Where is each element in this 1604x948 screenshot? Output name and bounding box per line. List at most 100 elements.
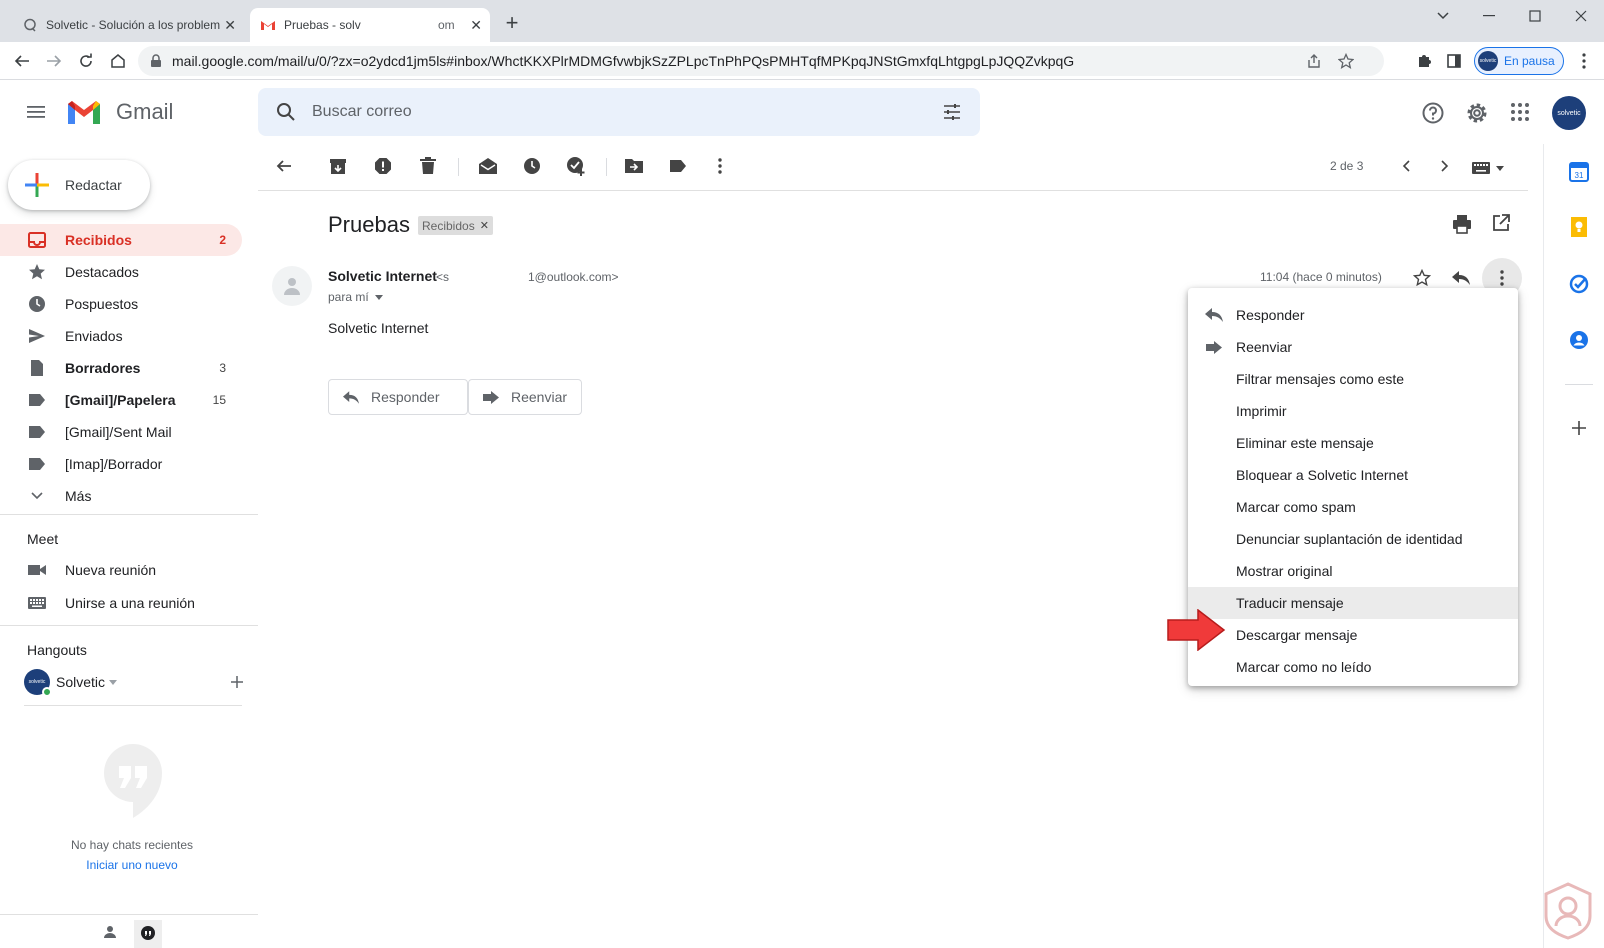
close-tab-icon[interactable]: ✕ (224, 17, 236, 34)
hangouts-tab-button[interactable] (134, 920, 162, 948)
extensions-button[interactable] (1412, 49, 1436, 73)
reload-button[interactable] (74, 49, 98, 73)
print-all-button[interactable] (1452, 214, 1476, 238)
add-to-tasks-button[interactable] (564, 154, 588, 178)
reply-footer-button[interactable]: Responder (328, 379, 468, 415)
recipient-text: para mí (328, 290, 369, 304)
share-icon[interactable] (1306, 53, 1322, 69)
recipient-line[interactable]: para mí (328, 290, 383, 304)
star-button[interactable] (1410, 266, 1434, 290)
menu-item-forward[interactable]: Reenviar (1188, 331, 1518, 363)
main-menu-button[interactable] (24, 100, 48, 124)
add-icon[interactable] (230, 675, 244, 689)
archive-button[interactable] (326, 154, 350, 178)
browser-menu-button[interactable] (1572, 49, 1596, 73)
meet-heading: Meet (27, 531, 59, 547)
apps-button[interactable] (1510, 102, 1532, 124)
move-to-button[interactable] (622, 154, 646, 178)
side-panel-button[interactable] (1442, 49, 1466, 73)
close-tab-icon[interactable]: ✕ (470, 17, 482, 34)
profile-button[interactable]: solvetic En pausa (1474, 47, 1564, 75)
bookmark-star-icon[interactable] (1338, 53, 1354, 69)
new-tab-button[interactable]: + (500, 12, 524, 36)
pager-text: 2 de 3 (1330, 159, 1364, 173)
sender-avatar[interactable] (272, 266, 312, 306)
close-window-button[interactable] (1558, 0, 1604, 32)
snooze-button[interactable] (520, 154, 544, 178)
settings-button[interactable] (1464, 100, 1490, 126)
contacts-tab-button[interactable] (100, 922, 120, 942)
browser-tab-solvetic[interactable]: Solvetic - Solución a los problem ✕ (12, 8, 244, 42)
meet-join-meeting[interactable]: Unirse a una reunión (0, 587, 242, 619)
sidebar-item-gmail-papelera[interactable]: [Gmail]/Papelera 15 (0, 384, 242, 416)
more-actions-button[interactable] (708, 154, 732, 178)
maximize-button[interactable] (1512, 0, 1558, 32)
search-bar[interactable] (258, 88, 980, 136)
sender-email-end: 1@outlook.com> (528, 270, 619, 284)
report-spam-button[interactable] (371, 154, 395, 178)
menu-item-filter[interactable]: Filtrar mensajes como este (1188, 363, 1518, 395)
browser-tab-pruebas[interactable]: Pruebas - solv om ✕ (250, 8, 490, 42)
menu-item-mark-unread[interactable]: Marcar como no leído (1188, 651, 1518, 683)
contacts-icon (1570, 331, 1588, 349)
menu-item-phishing[interactable]: Denunciar suplantación de identidad (1188, 523, 1518, 555)
sidebar-item-recibidos[interactable]: Recibidos 2 (0, 224, 242, 256)
address-bar[interactable]: mail.google.com/mail/u/0/?zx=o2ydcd1jm5l… (138, 46, 1384, 76)
menu-item-print[interactable]: Imprimir (1188, 395, 1518, 427)
menu-item-block[interactable]: Bloquear a Solvetic Internet (1188, 459, 1518, 491)
search-icon[interactable] (276, 102, 296, 122)
lock-icon[interactable] (150, 54, 162, 68)
sidebar-item-mas[interactable]: Más (0, 480, 242, 512)
open-new-window-button[interactable] (1492, 214, 1516, 238)
search-options-icon[interactable] (942, 102, 962, 122)
sender-name[interactable]: Solvetic Internet (328, 268, 437, 284)
input-tools-button[interactable] (1472, 158, 1512, 178)
account-avatar[interactable]: solvetic (1552, 96, 1586, 130)
calendar-app-button[interactable]: 31 (1567, 160, 1591, 184)
menu-item-spam[interactable]: Marcar como spam (1188, 491, 1518, 523)
menu-item-delete[interactable]: Eliminar este mensaje (1188, 427, 1518, 459)
compose-label: Redactar (65, 177, 122, 193)
sidebar-item-destacados[interactable]: Destacados (0, 256, 242, 288)
delete-button[interactable] (416, 154, 440, 178)
home-button[interactable] (106, 49, 130, 73)
get-addons-button[interactable] (1567, 416, 1591, 440)
sidebar-item-pospuestos[interactable]: Pospuestos (0, 288, 242, 320)
labels-button[interactable] (666, 154, 690, 178)
back-button[interactable] (10, 49, 34, 73)
search-input[interactable] (312, 103, 912, 121)
menu-item-show-original[interactable]: Mostrar original (1188, 555, 1518, 587)
compose-button[interactable]: Redactar (8, 160, 150, 210)
tab-search-button[interactable] (1420, 0, 1466, 32)
more-vert-icon (1500, 270, 1504, 286)
tab-title: Solvetic - Solución a los problem (46, 18, 221, 32)
move-folder-icon (625, 159, 643, 173)
sidebar-item-gmail-sent-mail[interactable]: [Gmail]/Sent Mail (0, 416, 242, 448)
forward-footer-button[interactable]: Reenviar (468, 379, 582, 415)
remove-label-icon[interactable]: ✕ (480, 219, 489, 232)
hangouts-user[interactable]: solvetic Solvetic (24, 668, 244, 697)
forward-button[interactable] (42, 49, 66, 73)
help-button[interactable] (1420, 100, 1446, 126)
menu-item-download[interactable]: Descargar mensaje (1188, 619, 1518, 651)
contacts-app-button[interactable] (1567, 328, 1591, 352)
label-icon (27, 390, 47, 410)
newer-button[interactable] (1394, 154, 1418, 178)
reply-button[interactable] (1449, 266, 1473, 290)
menu-item-translate[interactable]: Traducir mensaje (1188, 587, 1518, 619)
older-button[interactable] (1433, 154, 1457, 178)
minimize-button[interactable] (1466, 0, 1512, 32)
apps-grid-icon (1511, 103, 1529, 121)
back-to-inbox-button[interactable] (272, 154, 296, 178)
start-chat-link[interactable]: Iniciar uno nuevo (0, 858, 264, 872)
menu-item-reply[interactable]: Responder (1188, 299, 1518, 331)
sidebar-item-borradores[interactable]: Borradores 3 (0, 352, 242, 384)
gmail-logo[interactable]: Gmail (66, 98, 173, 126)
keep-app-button[interactable] (1567, 215, 1591, 239)
meet-new-meeting[interactable]: Nueva reunión (0, 554, 242, 586)
sidebar-item-enviados[interactable]: Enviados (0, 320, 242, 352)
mark-unread-button[interactable] (476, 154, 500, 178)
sidebar-item-imap-borrador[interactable]: [Imap]/Borrador (0, 448, 242, 480)
tasks-app-button[interactable] (1567, 272, 1591, 296)
compose-plus-icon (25, 173, 49, 197)
